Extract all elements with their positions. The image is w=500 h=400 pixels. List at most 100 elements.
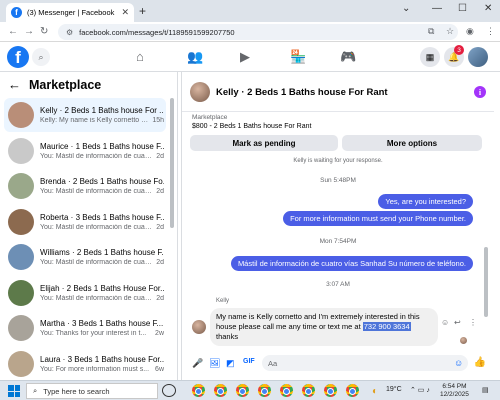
- outgoing-message[interactable]: Mástil de información de cuatro vías San…: [230, 256, 473, 271]
- incoming-text-end: thanks: [216, 332, 239, 341]
- conversation-item[interactable]: Brenda · 2 Beds 1 Baths house Fo... You: …: [4, 169, 166, 203]
- account-avatar[interactable]: [468, 47, 488, 67]
- friends-icon[interactable]: 👥: [187, 49, 203, 65]
- conversation-preview: You: Mástil de información de cuatro...: [40, 223, 154, 231]
- conversation-preview: You: Thanks for your interest in t...: [40, 330, 147, 337]
- tab-search-icon[interactable]: ⌄: [402, 3, 410, 14]
- conversation-avatar: [8, 315, 34, 341]
- sender-avatar[interactable]: [192, 320, 206, 334]
- forward-icon[interactable]: →: [24, 26, 34, 37]
- task-view-icon[interactable]: [162, 384, 176, 397]
- message-input[interactable]: Aa: [262, 355, 468, 371]
- maximize-icon[interactable]: ☐: [458, 3, 467, 14]
- conversation-text: Elijah · 2 Beds 1 Baths House For... You:…: [40, 284, 164, 302]
- conversation-item[interactable]: Williams · 2 Beds 1 Baths house F... You:…: [4, 240, 166, 274]
- watch-icon[interactable]: ▶: [240, 49, 250, 65]
- gif-icon[interactable]: GIF: [243, 358, 255, 365]
- chrome-taskbar-icon[interactable]: [214, 384, 227, 397]
- url-bar[interactable]: ⚙ facebook.com/messages/t/11895915992077…: [58, 24, 458, 40]
- react-emoji-icon[interactable]: ☺: [441, 318, 449, 327]
- back-arrow-icon[interactable]: ←: [8, 77, 21, 92]
- conversation-time: 2d: [156, 259, 164, 266]
- minimize-icon[interactable]: —: [432, 3, 442, 14]
- sender-name: Kelly: [216, 298, 230, 304]
- install-app-icon[interactable]: ⧉: [428, 26, 434, 37]
- weather-icon[interactable]: ◐: [372, 386, 378, 397]
- system-tray-icons[interactable]: ⌃ ▭ ♪: [410, 386, 430, 394]
- browser-tab[interactable]: f (3) Messenger | Facebook ✕: [6, 3, 134, 22]
- reload-icon[interactable]: ↻: [40, 26, 48, 37]
- image-attach-icon[interactable]: 🖼: [209, 358, 220, 369]
- sticker-icon[interactable]: ◩: [226, 358, 235, 369]
- marketplace-icon[interactable]: 🏪: [290, 49, 306, 65]
- chrome-taskbar-icon[interactable]: [346, 384, 359, 397]
- bookmark-star-icon[interactable]: ☆: [446, 26, 454, 37]
- conversation-item[interactable]: Kelly · 2 Beds 1 Baths house For ... Kell…: [4, 98, 166, 132]
- taskbar-search[interactable]: ⌕ Type here to search: [26, 383, 158, 399]
- chrome-taskbar-icon[interactable]: [302, 384, 315, 397]
- conversation-avatar: [8, 173, 34, 199]
- back-icon[interactable]: ←: [8, 26, 18, 37]
- search-icon: ⌕: [33, 386, 38, 395]
- profile-icon[interactable]: ◉: [466, 26, 474, 37]
- tab-title: (3) Messenger | Facebook: [27, 8, 115, 17]
- listing-info[interactable]: Marketplace $800 - 2 Beds 1 Baths house …: [192, 114, 311, 130]
- like-thumb-icon[interactable]: 👍: [474, 357, 486, 368]
- address-bar-row: ← → ↻ ⚙ facebook.com/messages/t/11895915…: [0, 22, 500, 42]
- conversation-item[interactable]: Martha · 3 Beds 1 Baths house F... You: T…: [4, 311, 166, 345]
- menu-kebab-icon[interactable]: ⋮: [486, 26, 495, 37]
- windows-start-icon[interactable]: [8, 385, 20, 397]
- conversation-item[interactable]: Laura · 3 Beds 1 Baths house For... You: …: [4, 347, 166, 381]
- chrome-taskbar-icon[interactable]: [280, 384, 293, 397]
- new-tab-icon[interactable]: +: [139, 4, 146, 18]
- more-actions-icon[interactable]: ⋮: [469, 318, 477, 327]
- conversation-name: Kelly · 2 Beds 1 Baths house For ...: [40, 106, 164, 115]
- conversation-text: Maurice · 1 Beds 1 Baths house F... You: …: [40, 142, 164, 160]
- incoming-message[interactable]: My name is Kelly cornetto and I'm extrem…: [210, 308, 438, 346]
- close-window-icon[interactable]: ✕: [484, 3, 492, 14]
- clock-time: 6:54 PM: [442, 383, 467, 390]
- outgoing-message[interactable]: Yes, are you interested?: [378, 194, 473, 209]
- conversation-name: Roberta · 3 Beds 1 Baths house F...: [40, 212, 164, 222]
- chat-scrollbar[interactable]: [484, 247, 488, 317]
- taskbar-clock[interactable]: 6:54 PM 12/2/2025: [440, 383, 469, 399]
- conversation-item[interactable]: Roberta · 3 Beds 1 Baths house F... You: …: [4, 205, 166, 239]
- facebook-logo-icon[interactable]: f: [7, 46, 29, 68]
- reply-icon[interactable]: ↩: [454, 318, 461, 327]
- panel-title: Marketplace: [29, 77, 102, 92]
- chrome-taskbar-icon[interactable]: [236, 384, 249, 397]
- chrome-taskbar-icon[interactable]: [192, 384, 205, 397]
- info-icon[interactable]: i: [474, 86, 486, 98]
- conversation-avatar: [8, 137, 34, 164]
- more-options-button[interactable]: More options: [342, 135, 482, 151]
- conversation-avatar: [8, 102, 34, 128]
- outgoing-message[interactable]: For more information must send your Phon…: [283, 211, 473, 226]
- temperature[interactable]: 19°C: [386, 386, 402, 393]
- listing-label: Marketplace: [192, 114, 228, 121]
- conversation-item[interactable]: Elijah · 2 Beds 1 Baths House For... You:…: [4, 276, 166, 310]
- conversation-preview: You: For more information must s...: [40, 365, 150, 373]
- notifications-icon[interactable]: ▤: [482, 386, 489, 394]
- chat-title[interactable]: Kelly · 2 Beds 1 Baths house For Rant: [216, 87, 388, 98]
- conversation-list-scrollbar[interactable]: [170, 98, 174, 228]
- conversation-item[interactable]: Maurice · 1 Beds 1 Baths house F... You: …: [4, 134, 166, 168]
- chat-avatar[interactable]: [190, 82, 210, 102]
- chrome-taskbar-icon[interactable]: [258, 384, 271, 397]
- conversation-preview-row: You: Mástil de información de cuatro... 2…: [40, 295, 164, 302]
- gaming-icon[interactable]: 🎮: [340, 49, 356, 65]
- mark-as-pending-button[interactable]: Mark as pending: [190, 135, 338, 151]
- waiting-notice: Kelly is waiting for your response.: [293, 158, 383, 164]
- site-info-icon[interactable]: ⚙: [66, 28, 73, 37]
- conversation-avatar: [8, 208, 34, 235]
- close-tab-icon[interactable]: ✕: [121, 7, 129, 18]
- search-icon[interactable]: ⌕: [32, 48, 50, 66]
- menu-grid-icon[interactable]: ▦: [420, 47, 440, 67]
- home-icon[interactable]: ⌂: [136, 49, 144, 64]
- conversation-avatar: [8, 244, 34, 270]
- conversation-name: Laura · 3 Beds 1 Baths house For...: [40, 354, 164, 364]
- phone-number[interactable]: 732 900 3634: [362, 322, 411, 331]
- conversation-preview-row: You: Thanks for your interest in t... 2w: [40, 330, 164, 337]
- microphone-icon[interactable]: 🎤: [192, 358, 203, 369]
- chrome-taskbar-icon[interactable]: [324, 384, 337, 397]
- seen-indicator-avatar: [460, 337, 467, 344]
